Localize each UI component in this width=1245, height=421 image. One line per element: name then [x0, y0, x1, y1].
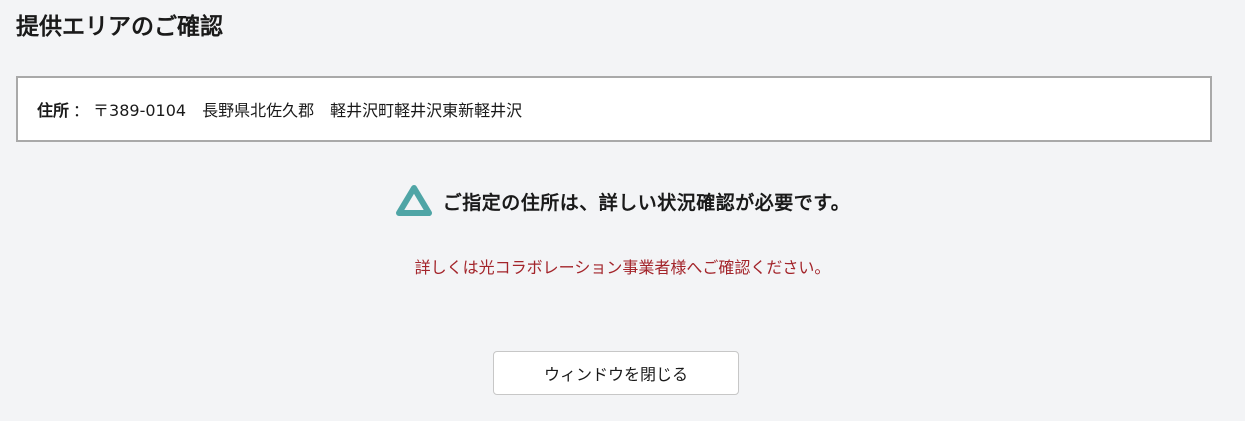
status-message-row: ご指定の住所は、詳しい状況確認が必要です。: [0, 184, 1245, 218]
address-separator: ：: [73, 101, 90, 120]
address-label: 住所: [37, 101, 70, 120]
page-title: 提供エリアのご確認: [16, 14, 223, 40]
status-message: ご指定の住所は、詳しい状況確認が必要です。: [442, 191, 851, 214]
warning-triangle-icon: [395, 184, 433, 218]
address-panel: 住所 ： 〒389-0104 長野県北佐久郡 軽井沢町軽井沢東新軽井沢: [16, 76, 1212, 142]
notice-text: 詳しくは光コラボレーション事業者様へご確認ください。: [414, 258, 831, 277]
close-window-button[interactable]: ウィンドウを閉じる: [493, 351, 739, 395]
address-value: 〒389-0104 長野県北佐久郡 軽井沢町軽井沢東新軽井沢: [93, 101, 523, 120]
